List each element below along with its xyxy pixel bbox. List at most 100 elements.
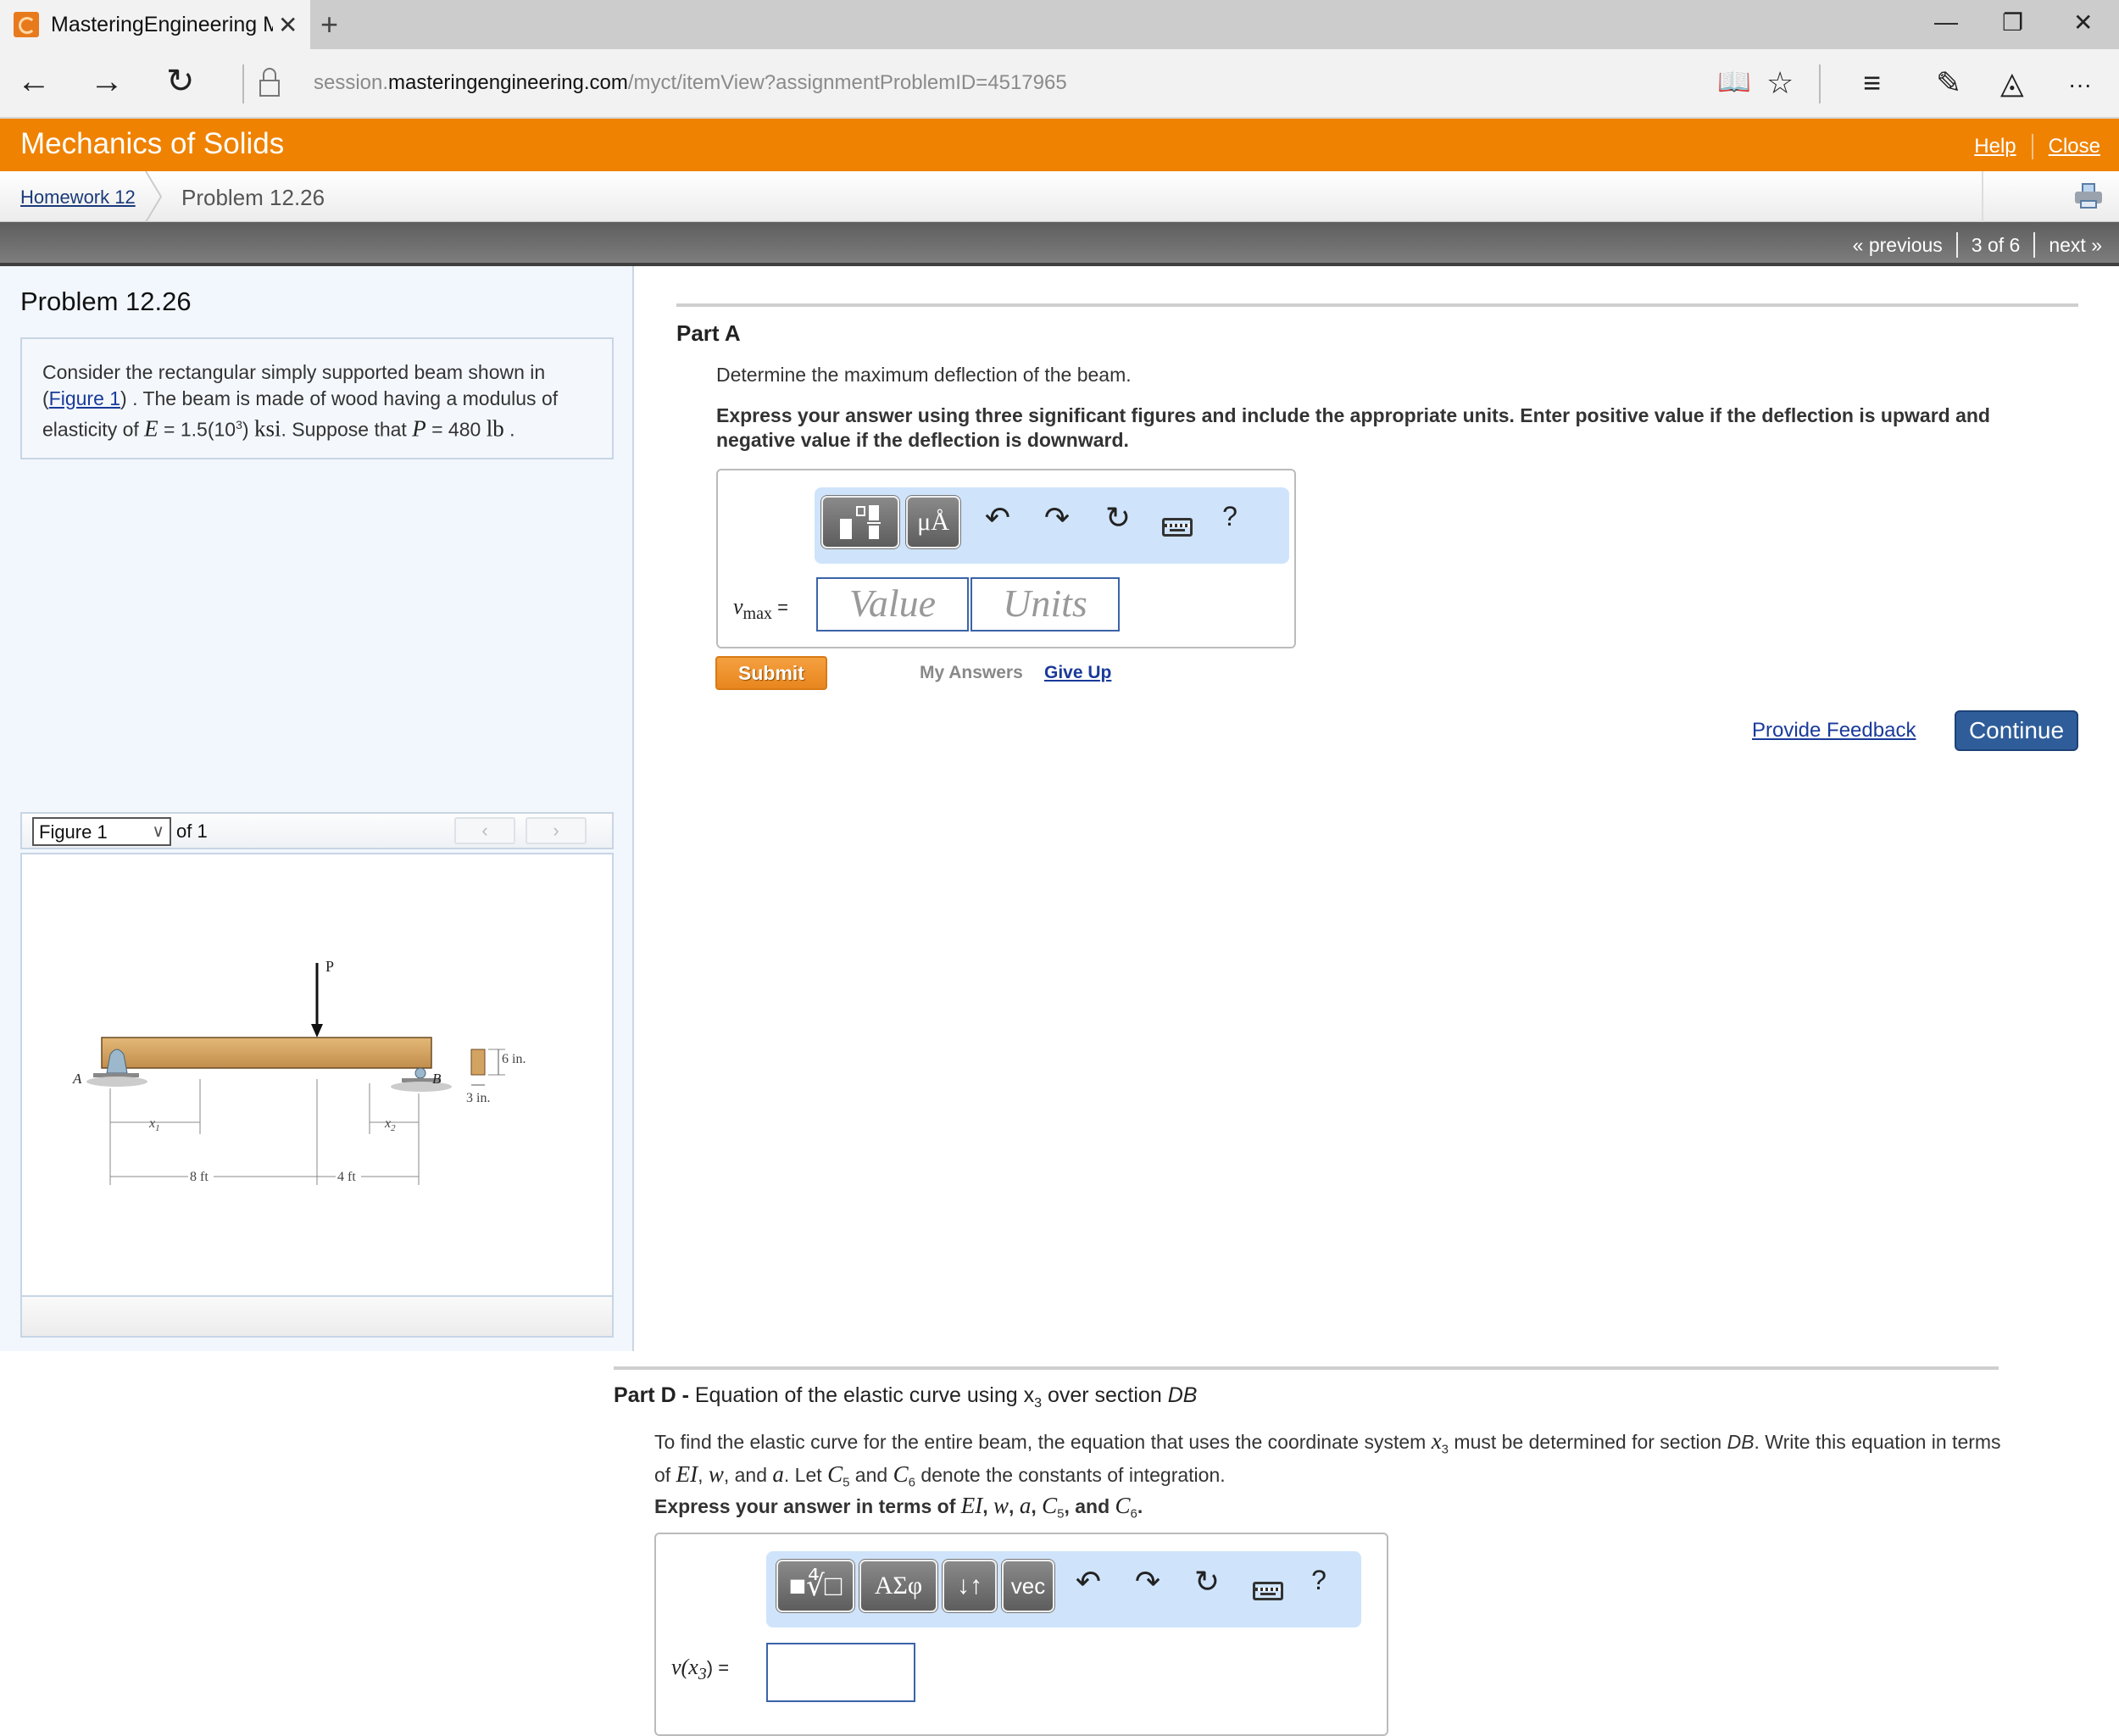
load-arrowhead-icon xyxy=(311,1024,323,1038)
answer-sub: max xyxy=(742,604,772,624)
text: . Let xyxy=(783,1463,828,1486)
templates-button[interactable] xyxy=(821,496,899,548)
help-link[interactable]: Help xyxy=(1974,135,2016,159)
lock-icon[interactable] xyxy=(259,68,280,97)
previous-link[interactable]: « previous xyxy=(1853,234,1943,257)
part-d-instruction: Express your answer in terms of EI, w, a… xyxy=(654,1493,1143,1522)
web-note-icon[interactable]: ✎ xyxy=(1936,68,1961,98)
part-a-answer-box: μÅ ↶ ↷ ↻ ? vmax = Value Units xyxy=(716,469,1296,648)
section-db: DB xyxy=(1727,1431,1755,1453)
width-label: 3 in. xyxy=(466,1091,490,1105)
span-right-label: 4 ft xyxy=(337,1170,356,1184)
figure-next-button[interactable]: › xyxy=(526,817,587,844)
math-sub: 6 xyxy=(1130,1506,1137,1522)
provide-feedback-link[interactable]: Provide Feedback xyxy=(1752,719,1916,743)
back-button[interactable]: ← xyxy=(17,64,51,98)
submit-button[interactable]: Submit xyxy=(715,656,827,690)
new-tab-button[interactable]: + xyxy=(320,7,338,42)
part-a-instruction: Express your answer using three signific… xyxy=(716,404,1990,451)
intro-text: Consider the rectangular simply supporte… xyxy=(42,361,546,383)
print-icon[interactable] xyxy=(2075,183,2102,210)
equals-sign: = xyxy=(771,597,788,618)
undo-icon[interactable]: ↶ xyxy=(981,503,1015,533)
keyboard-icon[interactable] xyxy=(1162,518,1193,537)
math-c6: C xyxy=(1115,1493,1131,1518)
text: , and xyxy=(723,1463,773,1486)
header-links: Help Close xyxy=(1974,134,2100,159)
math-a: a xyxy=(772,1461,784,1487)
figure-select[interactable]: Figure 1 ∨ xyxy=(32,817,171,846)
templates-button[interactable]: ■∜□ xyxy=(776,1560,854,1612)
e-unit: ksi xyxy=(253,415,281,442)
reset-icon[interactable]: ↻ xyxy=(1190,1566,1224,1597)
vec-button[interactable]: vec xyxy=(1002,1560,1054,1612)
part-a-question: Determine the maximum deflection of the … xyxy=(716,364,1132,386)
equals-sign: ) = xyxy=(706,1657,730,1678)
minimize-button[interactable]: — xyxy=(1934,8,1958,36)
refresh-button[interactable]: ↻ xyxy=(166,64,195,98)
arrows-button[interactable]: ↓↑ xyxy=(943,1560,997,1612)
units-input[interactable]: Units xyxy=(971,577,1120,632)
share-icon[interactable]: ◬ xyxy=(2000,68,2024,98)
part-d-divider xyxy=(614,1366,1999,1370)
p-unit: lb xyxy=(486,415,504,442)
text: and xyxy=(849,1463,893,1486)
forward-button[interactable]: → xyxy=(90,64,124,98)
undo-icon[interactable]: ↶ xyxy=(1071,1566,1105,1597)
part-d-subtitle: Equation of the elastic curve using x xyxy=(694,1383,1035,1407)
problem-nav-strip: « previous 3 of 6 next » xyxy=(0,222,2119,266)
help-icon[interactable]: ? xyxy=(1213,503,1247,530)
intro-text: elasticity of xyxy=(42,418,145,441)
value-input[interactable]: Value xyxy=(816,577,969,632)
fraction-template-icon xyxy=(840,505,881,539)
load-label: P xyxy=(325,958,334,975)
intro-text: ) . The beam is made of wood having a mo… xyxy=(120,387,559,409)
span-left-label: 8 ft xyxy=(190,1170,209,1184)
math-ei: EI xyxy=(960,1493,983,1518)
cross-section xyxy=(470,1049,486,1076)
p-value: = 480 xyxy=(425,418,487,441)
figure-prev-button[interactable]: ‹ xyxy=(454,817,515,844)
restore-button[interactable]: ❐ xyxy=(2002,8,2023,36)
breadcrumb-homework-link[interactable]: Homework 12 xyxy=(20,186,136,209)
figure-link[interactable]: Figure 1 xyxy=(49,387,120,409)
figure-toolbar: Figure 1 ∨ of 1 ‹ › xyxy=(20,812,614,849)
divider xyxy=(242,64,244,103)
units-button[interactable]: μÅ xyxy=(906,496,960,548)
next-link[interactable]: next » xyxy=(2049,234,2102,257)
problem-panel: Problem 12.26 Consider the rectangular s… xyxy=(0,266,634,1351)
keyboard-icon[interactable] xyxy=(1253,1582,1283,1600)
math-w: w xyxy=(708,1461,724,1487)
favorite-star-icon[interactable]: ☆ xyxy=(1766,68,1794,98)
part-d-label: Part D - xyxy=(614,1383,695,1407)
help-icon[interactable]: ? xyxy=(1302,1566,1336,1594)
math-c5: C xyxy=(827,1461,843,1487)
part-d-subtitle: over section xyxy=(1042,1383,1168,1407)
browser-tab[interactable]: MasteringEngineering M ✕ xyxy=(0,0,310,49)
close-tab-icon[interactable]: ✕ xyxy=(278,11,298,39)
url-field[interactable]: session.masteringengineering.com/myct/it… xyxy=(314,71,1067,95)
beam-diagram: P A B x1 x2 8 ft 4 ft 6 in. 3 in. xyxy=(72,958,526,1185)
math-symbol-e: E xyxy=(144,415,159,442)
course-title: Mechanics of Solids xyxy=(20,127,285,160)
redo-icon[interactable]: ↷ xyxy=(1131,1566,1165,1597)
give-up-link[interactable]: Give Up xyxy=(1044,663,1111,683)
part-d-subtitle-section: DB xyxy=(1167,1383,1198,1407)
redo-icon[interactable]: ↷ xyxy=(1040,503,1074,533)
greek-button[interactable]: ΑΣφ xyxy=(859,1560,937,1612)
continue-button[interactable]: Continue xyxy=(1955,710,2078,751)
hub-icon[interactable]: ≡ xyxy=(1863,68,1881,98)
text: To find the elastic curve for the entire… xyxy=(654,1431,1432,1453)
reading-view-icon[interactable]: 📖 xyxy=(1717,68,1751,95)
close-link[interactable]: Close xyxy=(2049,135,2100,159)
equation-input[interactable] xyxy=(766,1643,915,1702)
more-icon[interactable]: ··· xyxy=(2068,73,2092,97)
browser-tab-bar: MasteringEngineering M ✕ + — ❐ ✕ xyxy=(0,0,2119,49)
answer-var: v(x xyxy=(671,1655,698,1679)
part-d-answer-box: ■∜□ ΑΣφ ↓↑ vec ↶ ↷ ↻ ? v(x3) = xyxy=(654,1533,1388,1736)
figure-select-value: Figure 1 xyxy=(39,821,108,843)
math-c5: C xyxy=(1042,1493,1058,1518)
part-a-equation-toolbar: μÅ ↶ ↷ ↻ ? xyxy=(815,487,1289,564)
reset-icon[interactable]: ↻ xyxy=(1101,503,1135,533)
close-window-button[interactable]: ✕ xyxy=(2073,8,2093,36)
